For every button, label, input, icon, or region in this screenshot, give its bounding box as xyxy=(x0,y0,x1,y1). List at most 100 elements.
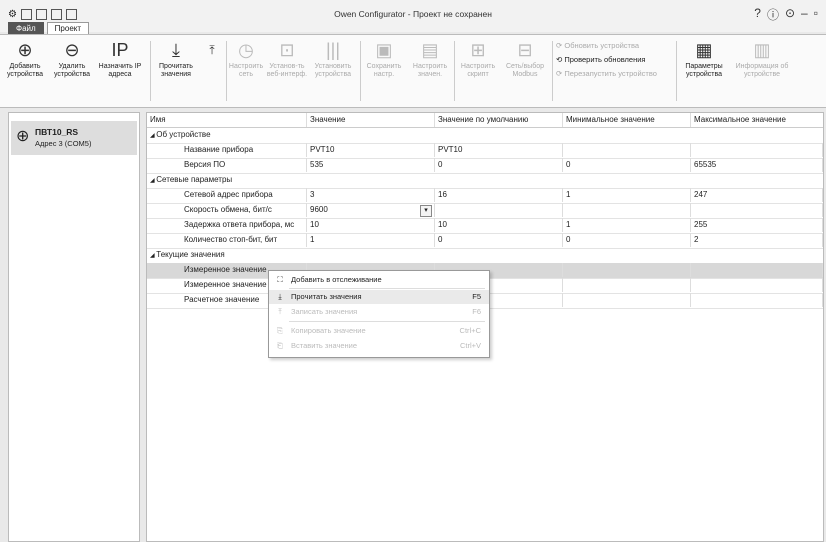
ribbon-separator xyxy=(150,41,151,101)
info-icon[interactable]: ⓘ xyxy=(767,6,779,23)
param-name-cell: Сетевой адрес прибора xyxy=(181,188,307,202)
device-list-item[interactable]: ⊕ ПВТ10_RS Адрес 3 (COM5) xyxy=(11,121,137,155)
param-min-cell xyxy=(563,263,691,277)
param-default-cell: 16 xyxy=(435,188,563,202)
load-settings-icon: ▤ xyxy=(421,40,439,60)
table-row[interactable]: Сетевой адрес прибора 3 16 1 247 xyxy=(147,188,823,204)
menu-item-read-values[interactable]: ⤓ Прочитать значения F5 xyxy=(269,290,489,304)
param-default-cell: 0 xyxy=(435,158,563,172)
param-value-cell[interactable]: PVT10 xyxy=(307,143,435,157)
settings-icon[interactable]: ⊙ xyxy=(785,6,795,23)
write-values-button[interactable]: ⤒ xyxy=(200,39,224,63)
param-value-cell[interactable]: 9600 ▾ xyxy=(307,203,435,217)
group-label: ◢ Об устройстве xyxy=(147,128,307,142)
table-group-row[interactable]: ◢ Сетевые параметры xyxy=(147,173,823,189)
table-row[interactable]: Название прибора PVT10 PVT10 xyxy=(147,143,823,159)
ribbon-separator xyxy=(676,41,677,101)
param-min-cell: 0 xyxy=(563,158,691,172)
minimize-button[interactable]: – xyxy=(801,6,808,23)
device-params-button[interactable]: ▦ Параметры устройства xyxy=(680,39,728,79)
device-list-panel: ⊕ ПВТ10_RS Адрес 3 (COM5) xyxy=(8,112,140,542)
menu-item-copy-value[interactable]: ⎘ Копировать значение Ctrl+C xyxy=(269,324,489,338)
clock-icon: ◷ xyxy=(238,40,254,60)
read-values-button[interactable]: ⤓ Прочитать значения xyxy=(154,39,198,79)
param-min-cell xyxy=(563,203,691,217)
device-address: Адрес 3 (COM5) xyxy=(35,139,92,148)
table-row[interactable]: Скорость обмена, бит/с 9600 ▾ xyxy=(147,203,823,219)
upload-icon: ⤒ xyxy=(278,307,282,316)
update-devices-button[interactable]: ||| Установить устройства xyxy=(310,39,356,79)
param-name-cell: Задержка ответа прибора, мс xyxy=(181,218,307,232)
column-header-min[interactable]: Минимальное значение xyxy=(563,113,691,127)
param-name-cell: Версия ПО xyxy=(181,158,307,172)
dropdown-arrow-icon[interactable]: ▾ xyxy=(420,205,432,217)
help-icon[interactable]: ? xyxy=(754,6,761,23)
param-name-cell: Скорость обмена, бит/с xyxy=(181,203,307,217)
group-name: Сетевые параметры xyxy=(156,175,233,184)
update-devices-small-button[interactable]: ⟳ Обновить устройства xyxy=(556,41,639,50)
param-value-cell[interactable]: 535 xyxy=(307,158,435,172)
check-updates-button[interactable]: ⟲ Проверить обновления xyxy=(556,55,646,64)
assign-ip-button[interactable]: IP Назначить IP адреса xyxy=(95,39,145,79)
device-name: ПВТ10_RS xyxy=(35,127,79,137)
download-icon: ⤓ xyxy=(278,292,282,301)
param-default-cell: 10 xyxy=(435,218,563,232)
configure-network-button[interactable]: ◷ Настроить сеть xyxy=(228,39,264,79)
remove-device-icon: ⊖ xyxy=(64,40,80,60)
save-settings-button[interactable]: ▣ Сохранить настр. xyxy=(362,39,406,79)
param-max-cell xyxy=(691,278,823,292)
param-min-cell xyxy=(563,143,691,157)
paste-icon: ⎗ xyxy=(277,341,283,350)
remove-device-button[interactable]: ⊖ Удалить устройства xyxy=(50,39,94,79)
web-interface-button[interactable]: ⊡ Установ-ть веб-интерф. xyxy=(265,39,309,79)
param-min-cell xyxy=(563,278,691,292)
param-min-cell: 0 xyxy=(563,233,691,247)
param-min-cell: 1 xyxy=(563,218,691,232)
device-info-button[interactable]: ▥ Информация об устройстве xyxy=(732,39,792,79)
table-row[interactable]: Количество стоп-бит, бит 1 0 0 2 xyxy=(147,233,823,249)
add-device-button[interactable]: ⊕ Добавить устройства xyxy=(2,39,48,79)
add-device-icon: ⊕ xyxy=(17,40,33,60)
device-icon: ⊕ xyxy=(16,128,30,145)
param-max-cell: 2 xyxy=(691,233,823,247)
load-settings-button[interactable]: ▤ Настроить значен. xyxy=(408,39,452,79)
menu-item-paste-value[interactable]: ⎗ Вставить значение Ctrl+V xyxy=(269,339,489,353)
modbus-icon: ⊟ xyxy=(517,40,533,60)
table-row[interactable]: Версия ПО 535 0 0 65535 xyxy=(147,158,823,174)
param-value-cell[interactable]: 10 xyxy=(307,218,435,232)
param-max-cell xyxy=(691,263,823,277)
maximize-button[interactable]: ▫ xyxy=(814,6,818,23)
param-min-cell: 1 xyxy=(563,188,691,202)
ribbon-separator xyxy=(552,41,553,101)
ribbon-separator xyxy=(454,41,455,101)
menu-separator xyxy=(289,321,485,322)
copy-icon: ⎘ xyxy=(277,326,283,335)
param-max-cell: 65535 xyxy=(691,158,823,172)
table-row[interactable]: Задержка ответа прибора, мс 10 10 1 255 xyxy=(147,218,823,234)
table-group-row[interactable]: ◢ Об устройстве xyxy=(147,128,823,144)
bars-icon: ||| xyxy=(325,40,341,60)
menu-item-write-values[interactable]: ⤒ Записать значения F6 xyxy=(269,305,489,319)
param-value-cell[interactable]: 1 xyxy=(307,233,435,247)
configure-script-button[interactable]: ⊞ Настроить скрипт xyxy=(456,39,500,79)
group-label: ◢ Текущие значения xyxy=(147,248,307,262)
write-icon: ⤒ xyxy=(209,43,215,57)
param-max-cell: 255 xyxy=(691,218,823,232)
param-max-cell: 247 xyxy=(691,188,823,202)
reload-devices-button[interactable]: ⟳ Перезапустить устройство xyxy=(556,69,657,78)
save-settings-icon: ▣ xyxy=(375,40,393,60)
param-default-cell: PVT10 xyxy=(435,143,563,157)
configure-modbus-button[interactable]: ⊟ Сеть/выбор Modbus xyxy=(500,39,550,79)
group-label: ◢ Сетевые параметры xyxy=(147,173,307,187)
column-header-name[interactable]: Имя xyxy=(147,113,307,127)
param-name-cell: Название прибора xyxy=(181,143,307,157)
ribbon: ⊕ Добавить устройства ⊖ Удалить устройст… xyxy=(0,34,826,108)
param-value-cell[interactable]: 3 xyxy=(307,188,435,202)
title-bar: ⚙ Owen Configurator - Проект не сохранен… xyxy=(0,0,826,35)
column-header-max[interactable]: Максимальное значение xyxy=(691,113,823,127)
column-header-default[interactable]: Значение по умолчанию xyxy=(435,113,563,127)
column-header-value[interactable]: Значение xyxy=(307,113,435,127)
table-group-row[interactable]: ◢ Текущие значения xyxy=(147,248,823,264)
menu-item-add-watch[interactable]: ⛶ Добавить в отслеживание xyxy=(269,273,489,287)
download-icon: ⤓ xyxy=(172,40,180,60)
